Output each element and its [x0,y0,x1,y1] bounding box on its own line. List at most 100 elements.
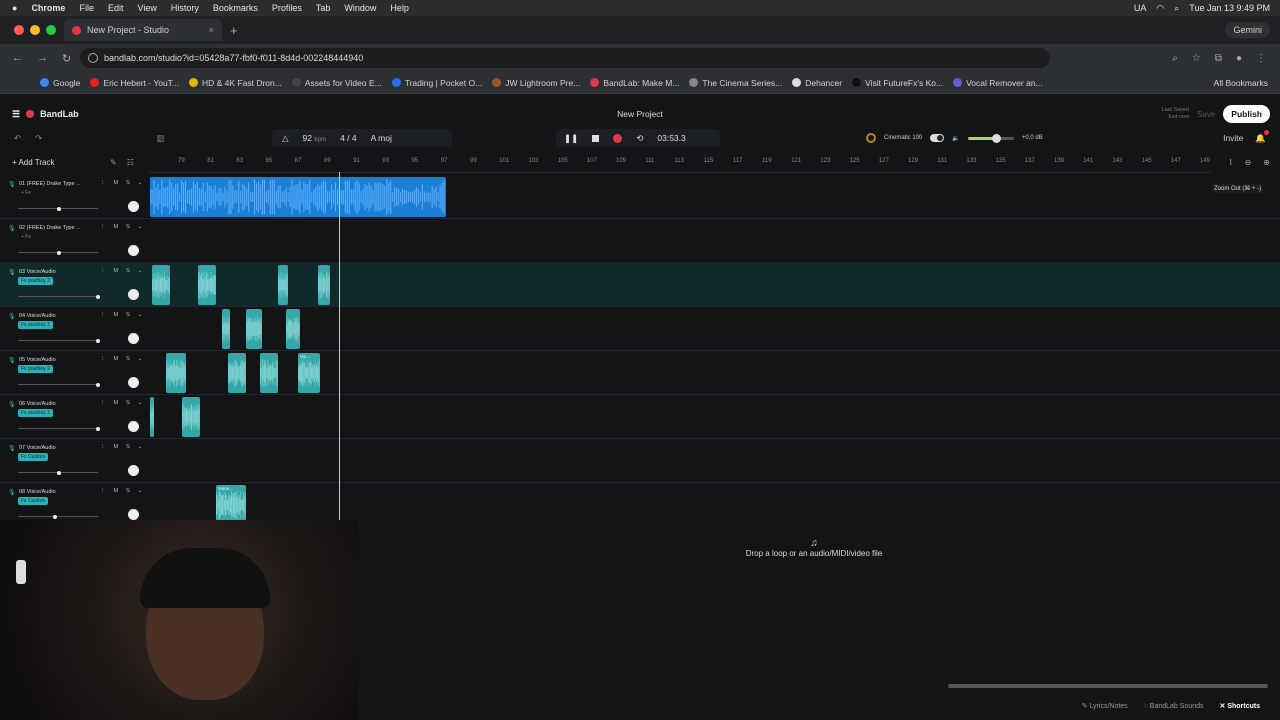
mute-button[interactable]: M [114,444,119,450]
track-fx-button[interactable]: Fx Custom [18,497,49,505]
menubar-item[interactable]: Profiles [272,3,302,13]
bookmark-item[interactable]: Eric Hebert - YouT... [90,78,179,88]
pause-icon[interactable]: ❚❚ [564,133,578,144]
track-menu-icon[interactable]: ⋮ [100,268,106,274]
track-lane[interactable] [150,263,1280,307]
close-window-button[interactable] [14,25,24,35]
profile-icon[interactable]: ● [1236,53,1242,64]
pen-tool-icon[interactable]: ✎ [110,158,117,167]
loop-icon[interactable]: ⟲ [636,133,643,144]
track-lane[interactable] [150,439,1280,483]
track-mic-icon[interactable]: 🎙 [8,489,16,496]
track-header[interactable]: 🎙 08 Voice/Audio ⋮ M S ⌄ Fx Custom [0,483,148,520]
bookmark-item[interactable]: JW Lightroom Pre... [492,78,580,88]
bookmark-item[interactable]: Google [40,78,80,88]
snap-icon[interactable]: ⌇ [1229,158,1233,167]
track-lane[interactable] [150,175,1280,219]
solo-button[interactable]: S [126,312,130,318]
track-header[interactable]: 🎙 02 (FREE) Drake Type ... ⋮ M S ⌄ + Fx [0,219,148,263]
notifications-bell-icon[interactable]: 🔔 [1255,129,1269,144]
chevron-down-icon[interactable]: ⌄ [138,312,143,318]
chevron-down-icon[interactable]: ⌄ [138,180,143,186]
mute-button[interactable]: M [114,356,119,362]
track-volume-slider[interactable] [18,470,98,475]
audio-clip[interactable] [182,397,200,437]
zoom-in-icon[interactable]: ⊕ [1263,158,1270,167]
track-volume-thumb[interactable] [96,294,100,299]
solo-button[interactable]: S [126,400,130,406]
mute-button[interactable]: M [114,312,119,318]
piano-icon[interactable]: ▥ [156,133,164,144]
track-menu-icon[interactable]: ⋮ [100,444,106,450]
bandlab-sounds-button[interactable]: ◌ BandLab Sounds [1144,703,1204,710]
track-volume-thumb[interactable] [57,206,61,211]
track-fx-button[interactable]: Fx poetboy 2 [18,277,53,285]
track-volume-thumb[interactable] [57,250,61,255]
track-name[interactable]: 08 Voice/Audio [19,489,99,495]
menubar-item[interactable]: Edit [108,3,124,13]
zoom-icon[interactable]: ⌕ [1172,53,1178,64]
solo-button[interactable]: S [126,444,130,450]
track-menu-icon[interactable]: ⋮ [100,488,106,494]
mute-button[interactable]: M [114,400,119,406]
track-pan-knob[interactable] [128,465,139,476]
maximize-window-button[interactable] [46,25,56,35]
track-fx-button[interactable]: + Fx [18,233,34,241]
hamburger-menu-icon[interactable]: ☰ [12,109,20,120]
mute-button[interactable]: M [114,224,119,230]
audio-clip[interactable] [150,397,154,437]
track-row[interactable]: 🎙 05 Voice/Audio ⋮ M S ⌄ Fx poetboy 2 Voi... [0,351,1280,395]
close-tab-icon[interactable]: × [209,25,214,35]
menubar-item[interactable]: Bookmarks [213,3,258,13]
shortcuts-button[interactable]: ✕ Shortcuts [1220,702,1260,710]
audio-clip[interactable] [152,265,170,305]
new-tab-button[interactable]: + [230,23,238,38]
track-pan-knob[interactable] [128,333,139,344]
chevron-down-icon[interactable]: ⌄ [138,444,143,450]
bookmark-item[interactable]: Trading | Pocket O... [391,78,482,88]
browser-tab[interactable]: New Project - Studio × [64,19,222,41]
publish-button[interactable]: Publish [1223,105,1270,123]
track-row[interactable]: 🎙 06 Voice/Audio ⋮ M S ⌄ Fx poetboy 2 [0,395,1280,439]
track-header[interactable]: 🎙 03 Voice/Audio ⋮ M S ⌄ Fx poetboy 2 [0,263,148,307]
add-track-button[interactable]: + Add Track [12,158,54,167]
solo-button[interactable]: S [126,488,130,494]
gemini-button[interactable]: Gemini [1225,22,1270,38]
zoom-out-icon[interactable]: ⊖ [1245,158,1252,167]
forward-icon[interactable]: → [37,52,48,65]
track-volume-slider[interactable] [18,206,98,211]
chevron-down-icon[interactable]: ⌄ [138,224,143,230]
track-volume-thumb[interactable] [96,382,100,387]
track-volume-slider[interactable] [18,514,98,519]
track-name[interactable]: 03 Voice/Audio [19,269,99,275]
audio-clip[interactable] [198,265,216,305]
track-row[interactable]: 🎙 01 (FREE) Drake Type ... ⋮ M S ⌄ + Fx [0,175,1280,219]
tempo-value[interactable]: 92 bpm [303,133,327,143]
track-row[interactable]: 🎙 03 Voice/Audio ⋮ M S ⌄ Fx poetboy 2 [0,263,1280,307]
audio-clip[interactable] [222,309,230,349]
audio-clip[interactable]: Voice... [216,485,246,520]
record-icon[interactable] [613,133,623,143]
track-volume-thumb[interactable] [96,426,100,431]
track-name[interactable]: 02 (FREE) Drake Type ... [19,225,99,231]
solo-button[interactable]: S [126,224,130,230]
track-lane[interactable] [150,219,1280,263]
bookmark-item[interactable]: BandLab: Make M... [590,78,679,88]
track-volume-slider[interactable] [18,294,100,299]
track-lane[interactable]: Voi... [150,351,1280,395]
input-language[interactable]: UA [1134,3,1147,13]
track-pan-knob[interactable] [128,201,139,212]
track-menu-icon[interactable]: ⋮ [100,180,106,186]
track-fx-button[interactable]: Fx Custom [18,453,49,461]
chevron-down-icon[interactable]: ⌄ [138,400,143,406]
more-menu-icon[interactable]: ⋮ [1256,53,1266,64]
solo-button[interactable]: S [126,268,130,274]
time-signature[interactable]: 4 / 4 [340,133,357,143]
reload-icon[interactable]: ↻ [62,52,71,65]
track-row[interactable]: 🎙 02 (FREE) Drake Type ... ⋮ M S ⌄ + Fx [0,219,1280,263]
apple-icon[interactable]: ● [12,3,17,13]
audio-clip[interactable] [318,265,330,305]
mute-button[interactable]: M [114,180,119,186]
drop-zone[interactable]: ♫ Drop a loop or an audio/MIDI/video fil… [358,528,1270,568]
speaker-mute-icon[interactable]: 🔈 [952,135,959,142]
